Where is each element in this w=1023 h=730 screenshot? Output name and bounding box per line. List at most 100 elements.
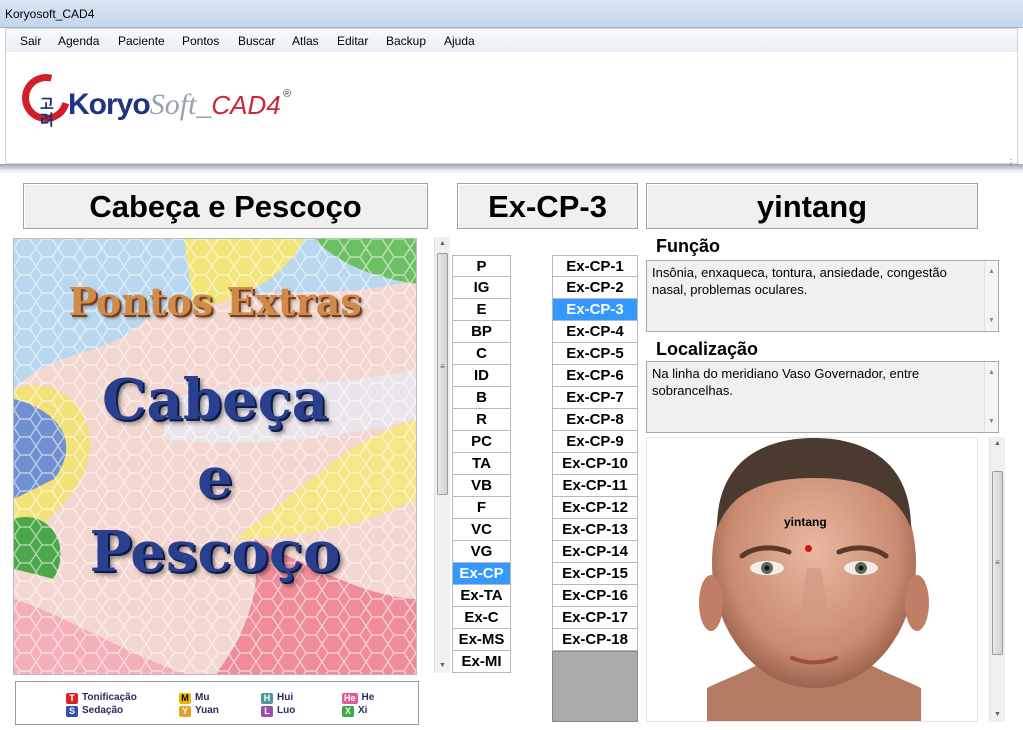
menu-editar[interactable]: Editar [337, 34, 368, 48]
window-title: Koryosoft_CAD4 [5, 7, 95, 21]
meridian-list-scrollbar[interactable]: ▲ ≡ ▼ [434, 237, 450, 673]
legend-label: Xi [358, 705, 368, 716]
meridian-item-p[interactable]: P [452, 255, 511, 277]
localizacao-scrollbar[interactable]: ▲ ▼ [984, 362, 998, 432]
point-item-ex-cp-6[interactable]: Ex-CP-6 [552, 365, 638, 387]
point-type-legend: T Tonificação S Sedação M Mu Y Yuan H Hui L Lu… [15, 681, 419, 725]
meridian-list: P IG E BP C ID B R PC TA VB F VC VG Ex-CP Ex-TA Ex-C Ex-M… [452, 255, 511, 673]
acupoint-label: yintang [784, 515, 827, 529]
point-item-ex-cp-12[interactable]: Ex-CP-12 [552, 497, 638, 519]
localizacao-label: Localização [656, 339, 759, 359]
logo-cad: CAD4 [211, 90, 281, 120]
legend-badge-t: T [66, 693, 78, 704]
menu-backup[interactable]: Backup [386, 34, 426, 48]
scroll-up-icon[interactable]: ▲ [435, 237, 450, 251]
region-title: Cabeça e Pescoço [23, 183, 428, 229]
point-item-ex-cp-11[interactable]: Ex-CP-11 [552, 475, 638, 497]
logo-koryo: Koryo [68, 88, 151, 121]
point-item-ex-cp-17[interactable]: Ex-CP-17 [552, 607, 638, 629]
scroll-thumb[interactable] [437, 253, 448, 495]
point-item-ex-cp-16[interactable]: Ex-CP-16 [552, 585, 638, 607]
legend-label: He [361, 692, 375, 703]
cover-image: Pontos Extras Cabeça e Pescoço [13, 238, 417, 675]
funcao-text: Insônia, enxaqueca, tontura, ansiedade, … [652, 265, 947, 297]
logo-registered-mark: ® [283, 88, 292, 100]
point-item-ex-cp-2[interactable]: Ex-CP-2 [552, 277, 638, 299]
meridian-item-e[interactable]: E [452, 299, 511, 321]
cover-title-line1: Pontos Extras [68, 279, 362, 324]
point-item-ex-cp-3[interactable]: Ex-CP-3 [552, 299, 638, 321]
legend-item-xi: X Xi [342, 705, 367, 717]
meridian-item-vg[interactable]: VG [452, 541, 511, 563]
funcao-label: Função [656, 236, 721, 256]
scroll-down-icon[interactable]: ▼ [435, 659, 450, 673]
meridian-item-ig[interactable]: IG [452, 277, 511, 299]
scroll-down-icon[interactable]: ▼ [990, 708, 1005, 722]
cover-title-line3: e [197, 445, 233, 511]
window-title-bar: Koryosoft_CAD4 [0, 0, 1023, 28]
meridian-item-ex-mi[interactable]: Ex-MI [452, 651, 511, 673]
figure-scrollbar[interactable]: ▲ ≡ ▼ [989, 437, 1005, 722]
meridian-item-ex-ms[interactable]: Ex-MS [452, 629, 511, 651]
point-list: Ex-CP-1 Ex-CP-2 Ex-CP-3 Ex-CP-4 Ex-CP-5 Ex-CP… [552, 255, 638, 651]
menu-pontos[interactable]: Pontos [182, 34, 219, 48]
resize-grip-icon[interactable]: ⋮ [1007, 158, 1015, 167]
meridian-item-ex-ta[interactable]: Ex-TA [452, 585, 511, 607]
point-item-ex-cp-10[interactable]: Ex-CP-10 [552, 453, 638, 475]
meridian-item-ta[interactable]: TA [452, 453, 511, 475]
meridian-item-id[interactable]: ID [452, 365, 511, 387]
cover-title-line2: Cabeça [101, 367, 329, 433]
scroll-down-icon[interactable]: ▼ [985, 312, 998, 329]
legend-badge-s: S [66, 706, 78, 717]
meridian-item-vb[interactable]: VB [452, 475, 511, 497]
meridian-item-ex-cp[interactable]: Ex-CP [452, 563, 511, 585]
localizacao-text: Na linha do meridiano Vaso Governador, e… [652, 366, 920, 398]
point-item-ex-cp-7[interactable]: Ex-CP-7 [552, 387, 638, 409]
header-divider [0, 164, 1023, 174]
logo-hangul: 고려 [40, 95, 54, 129]
menu-sair[interactable]: Sair [20, 34, 41, 48]
scroll-up-icon[interactable]: ▲ [985, 364, 998, 381]
legend-badge-y: Y [179, 706, 191, 717]
legend-item-mu: M Mu [179, 692, 209, 704]
point-item-ex-cp-1[interactable]: Ex-CP-1 [552, 255, 638, 277]
scroll-up-icon[interactable]: ▲ [990, 437, 1005, 451]
point-item-ex-cp-8[interactable]: Ex-CP-8 [552, 409, 638, 431]
legend-label: Luo [277, 705, 296, 716]
point-item-ex-cp-13[interactable]: Ex-CP-13 [552, 519, 638, 541]
legend-label: Mu [195, 692, 210, 703]
meridian-item-vc[interactable]: VC [452, 519, 511, 541]
point-item-ex-cp-9[interactable]: Ex-CP-9 [552, 431, 638, 453]
meridian-item-b[interactable]: B [452, 387, 511, 409]
meridian-item-f[interactable]: F [452, 497, 511, 519]
legend-label: Tonificação [82, 692, 137, 703]
menu-buscar[interactable]: Buscar [238, 34, 275, 48]
acupoint-marker[interactable] [805, 545, 812, 552]
menu-agenda[interactable]: Agenda [58, 34, 99, 48]
legend-item-yuan: Y Yuan [179, 705, 219, 717]
point-item-ex-cp-18[interactable]: Ex-CP-18 [552, 629, 638, 651]
meridian-item-r[interactable]: R [452, 409, 511, 431]
funcao-scrollbar[interactable]: ▲ ▼ [984, 261, 998, 331]
point-item-ex-cp-15[interactable]: Ex-CP-15 [552, 563, 638, 585]
meridian-item-ex-c[interactable]: Ex-C [452, 607, 511, 629]
meridian-item-c[interactable]: C [452, 343, 511, 365]
menu-atlas[interactable]: Atlas [292, 34, 319, 48]
logo-wordmark: KoryoSoft_CAD4 [68, 88, 281, 122]
menu-paciente[interactable]: Paciente [118, 34, 165, 48]
point-item-ex-cp-5[interactable]: Ex-CP-5 [552, 343, 638, 365]
scroll-up-icon[interactable]: ▲ [985, 263, 998, 280]
point-code-title: Ex-CP-3 [457, 183, 638, 229]
scroll-down-icon[interactable]: ▼ [985, 413, 998, 430]
menu-ajuda[interactable]: Ajuda [444, 34, 475, 48]
face-illustration [699, 438, 929, 721]
localizacao-textbox[interactable]: Na linha do meridiano Vaso Governador, e… [646, 361, 999, 433]
legend-badge-l: L [261, 706, 273, 717]
meridian-item-bp[interactable]: BP [452, 321, 511, 343]
point-item-ex-cp-14[interactable]: Ex-CP-14 [552, 541, 638, 563]
legend-item-sedacao: S Sedação [66, 705, 123, 717]
point-item-ex-cp-4[interactable]: Ex-CP-4 [552, 321, 638, 343]
funcao-textbox[interactable]: Insônia, enxaqueca, tontura, ansiedade, … [646, 260, 999, 332]
meridian-item-pc[interactable]: PC [452, 431, 511, 453]
menu-bar: Sair Agenda Paciente Pontos Buscar Atlas… [5, 28, 1018, 52]
